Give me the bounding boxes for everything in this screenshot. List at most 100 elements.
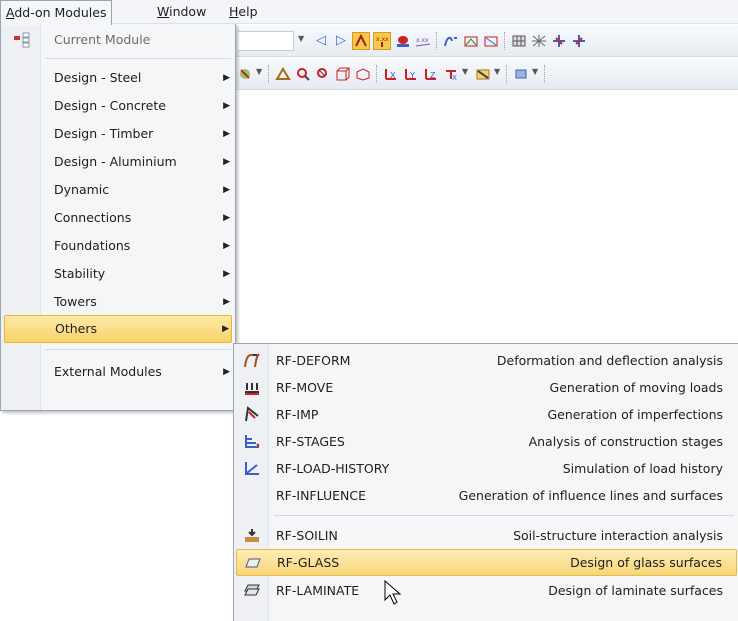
show-values-icon[interactable]: x.xx	[373, 32, 391, 50]
zoom-window-icon[interactable]	[314, 65, 332, 83]
toolbar-second: ▼ X Y Z -X ▼ ▼ ▼	[236, 58, 738, 90]
current-module-item: Current Module	[4, 26, 232, 54]
menu-item-stability[interactable]: Stability ▶	[4, 260, 232, 288]
load-history-icon	[242, 460, 262, 478]
module-name: RF-MOVE	[276, 380, 334, 395]
svg-text:x.xx: x.xx	[416, 37, 429, 44]
menu-help-label: Help	[229, 4, 258, 19]
toolbar-separator	[504, 32, 505, 50]
submenu-item-rf-stages[interactable]: RF-STAGES Analysis of construction stage…	[236, 428, 737, 455]
render-dropdown-icon[interactable]: ▼	[532, 67, 538, 76]
render-icon[interactable]	[512, 65, 530, 83]
module-description: Deformation and deflection analysis	[496, 353, 723, 368]
menu-item-label: Connections	[54, 210, 132, 225]
isometric-icon[interactable]	[354, 65, 372, 83]
view-cube-icon[interactable]	[334, 65, 352, 83]
module-name: RF-GLASS	[277, 555, 340, 570]
model-icon[interactable]	[274, 65, 292, 83]
submenu-item-rf-deform[interactable]: RF-DEFORM Deformation and deflection ana…	[236, 347, 737, 374]
diagram-icon[interactable]	[482, 32, 500, 50]
next-icon[interactable]: ▷	[332, 32, 350, 50]
move-icon	[242, 379, 262, 397]
submenu-item-rf-load-history[interactable]: RF-LOAD-HISTORY Simulation of load histo…	[236, 455, 737, 482]
menu-item-label: Design - Steel	[54, 70, 142, 85]
menu-item-connections[interactable]: Connections ▶	[4, 204, 232, 232]
menu-item-foundations[interactable]: Foundations ▶	[4, 232, 232, 260]
fe-mesh-icon[interactable]	[530, 32, 548, 50]
laminate-icon	[242, 582, 262, 600]
result-values-icon[interactable]: x.xx	[414, 32, 432, 50]
toolbar-separator	[544, 65, 545, 83]
view-minus-x-icon[interactable]: -X	[442, 65, 460, 83]
display-dropdown-icon[interactable]: ▼	[494, 67, 500, 76]
show-loads-icon[interactable]	[352, 32, 370, 50]
section-icon[interactable]	[462, 32, 480, 50]
toolbar-separator	[268, 65, 269, 83]
menu-item-label: Towers	[54, 294, 97, 309]
support-reactions-icon[interactable]	[550, 32, 568, 50]
module-description: Generation of influence lines and surfac…	[458, 488, 723, 503]
view-dropdown-icon[interactable]: ▼	[462, 67, 468, 76]
menu-item-design-aluminium[interactable]: Design - Aluminium ▶	[4, 148, 232, 176]
deform-icon	[242, 352, 262, 370]
module-description: Design of laminate surfaces	[548, 583, 723, 598]
results-icon[interactable]	[394, 32, 412, 50]
submenu-arrow-icon: ▶	[223, 129, 230, 139]
menu-item-external-modules[interactable]: External Modules ▶	[4, 358, 232, 386]
module-name: RF-LOAD-HISTORY	[276, 461, 390, 476]
submenu-item-rf-glass[interactable]: RF-GLASS Design of glass surfaces	[236, 549, 737, 576]
module-description: Generation of moving loads	[549, 380, 723, 395]
loads-dropdown-icon[interactable]: ▼	[256, 67, 262, 76]
module-name: RF-IMP	[276, 407, 319, 422]
toolbar-separator	[436, 32, 437, 50]
member-forces-icon[interactable]	[570, 32, 588, 50]
submenu-arrow-icon: ▶	[222, 324, 229, 334]
imperfection-icon	[242, 406, 262, 424]
submenu-item-rf-influence[interactable]: RF-INFLUENCE Generation of influence lin…	[236, 482, 737, 509]
module-name: RF-INFLUENCE	[276, 488, 366, 503]
submenu-arrow-icon: ▶	[223, 297, 230, 307]
menu-window[interactable]: Window	[152, 0, 211, 24]
previous-icon[interactable]: ◁	[312, 32, 330, 50]
menu-item-dynamic[interactable]: Dynamic ▶	[4, 176, 232, 204]
menu-separator	[45, 58, 231, 59]
submenu-item-rf-move[interactable]: RF-MOVE Generation of moving loads	[236, 374, 737, 401]
toolbar-top: ▼ ◁ ▷ x.xx x.xx	[236, 25, 738, 57]
submenu-item-rf-imp[interactable]: RF-IMP Generation of imperfections	[236, 401, 737, 428]
module-name: RF-DEFORM	[276, 353, 351, 368]
combo-dropdown-icon[interactable]: ▼	[298, 34, 304, 43]
submenu-arrow-icon: ▶	[223, 367, 230, 377]
menu-item-label: Others	[55, 321, 98, 336]
deformation-icon[interactable]	[442, 32, 460, 50]
menu-item-design-timber[interactable]: Design - Timber ▶	[4, 120, 232, 148]
view-z-icon[interactable]: Z	[422, 65, 440, 83]
view-x-icon[interactable]: X	[382, 65, 400, 83]
submenu-item-rf-laminate[interactable]: RF-LAMINATE Design of laminate surfaces	[236, 577, 737, 604]
module-description: Generation of imperfections	[547, 407, 723, 422]
view-y-icon[interactable]: Y	[402, 65, 420, 83]
menu-window-label: Window	[157, 4, 207, 19]
add-on-modules-menu: Current Module Design - Steel ▶ Design - …	[0, 24, 236, 411]
current-module-label: Current Module	[54, 32, 151, 47]
submenu-item-rf-soilin[interactable]: RF-SOILIN Soil-structure interaction ana…	[236, 522, 737, 549]
menu-item-label: External Modules	[54, 364, 162, 379]
menu-item-label: Design - Aluminium	[54, 154, 177, 169]
module-description: Simulation of load history	[562, 461, 723, 476]
display-icon[interactable]	[474, 65, 492, 83]
menu-help[interactable]: Help	[224, 0, 263, 24]
zoom-icon[interactable]	[294, 65, 312, 83]
svg-text:Y: Y	[409, 71, 415, 80]
submenu-arrow-icon: ▶	[223, 101, 230, 111]
glass-icon	[243, 555, 263, 573]
menu-add-on-modules[interactable]: Add-on Modules	[0, 0, 113, 25]
menu-item-design-steel[interactable]: Design - Steel ▶	[4, 64, 232, 92]
menu-item-design-concrete[interactable]: Design - Concrete ▶	[4, 92, 232, 120]
menu-item-label: Dynamic	[54, 182, 110, 197]
submenu-arrow-icon: ▶	[223, 157, 230, 167]
loads-icon[interactable]	[236, 65, 254, 83]
submenu-arrow-icon: ▶	[223, 213, 230, 223]
menu-item-others[interactable]: Others ▶	[4, 315, 232, 343]
mesh-icon[interactable]	[510, 32, 528, 50]
view-combo[interactable]	[238, 31, 294, 51]
menu-item-towers[interactable]: Towers ▶	[4, 288, 232, 316]
